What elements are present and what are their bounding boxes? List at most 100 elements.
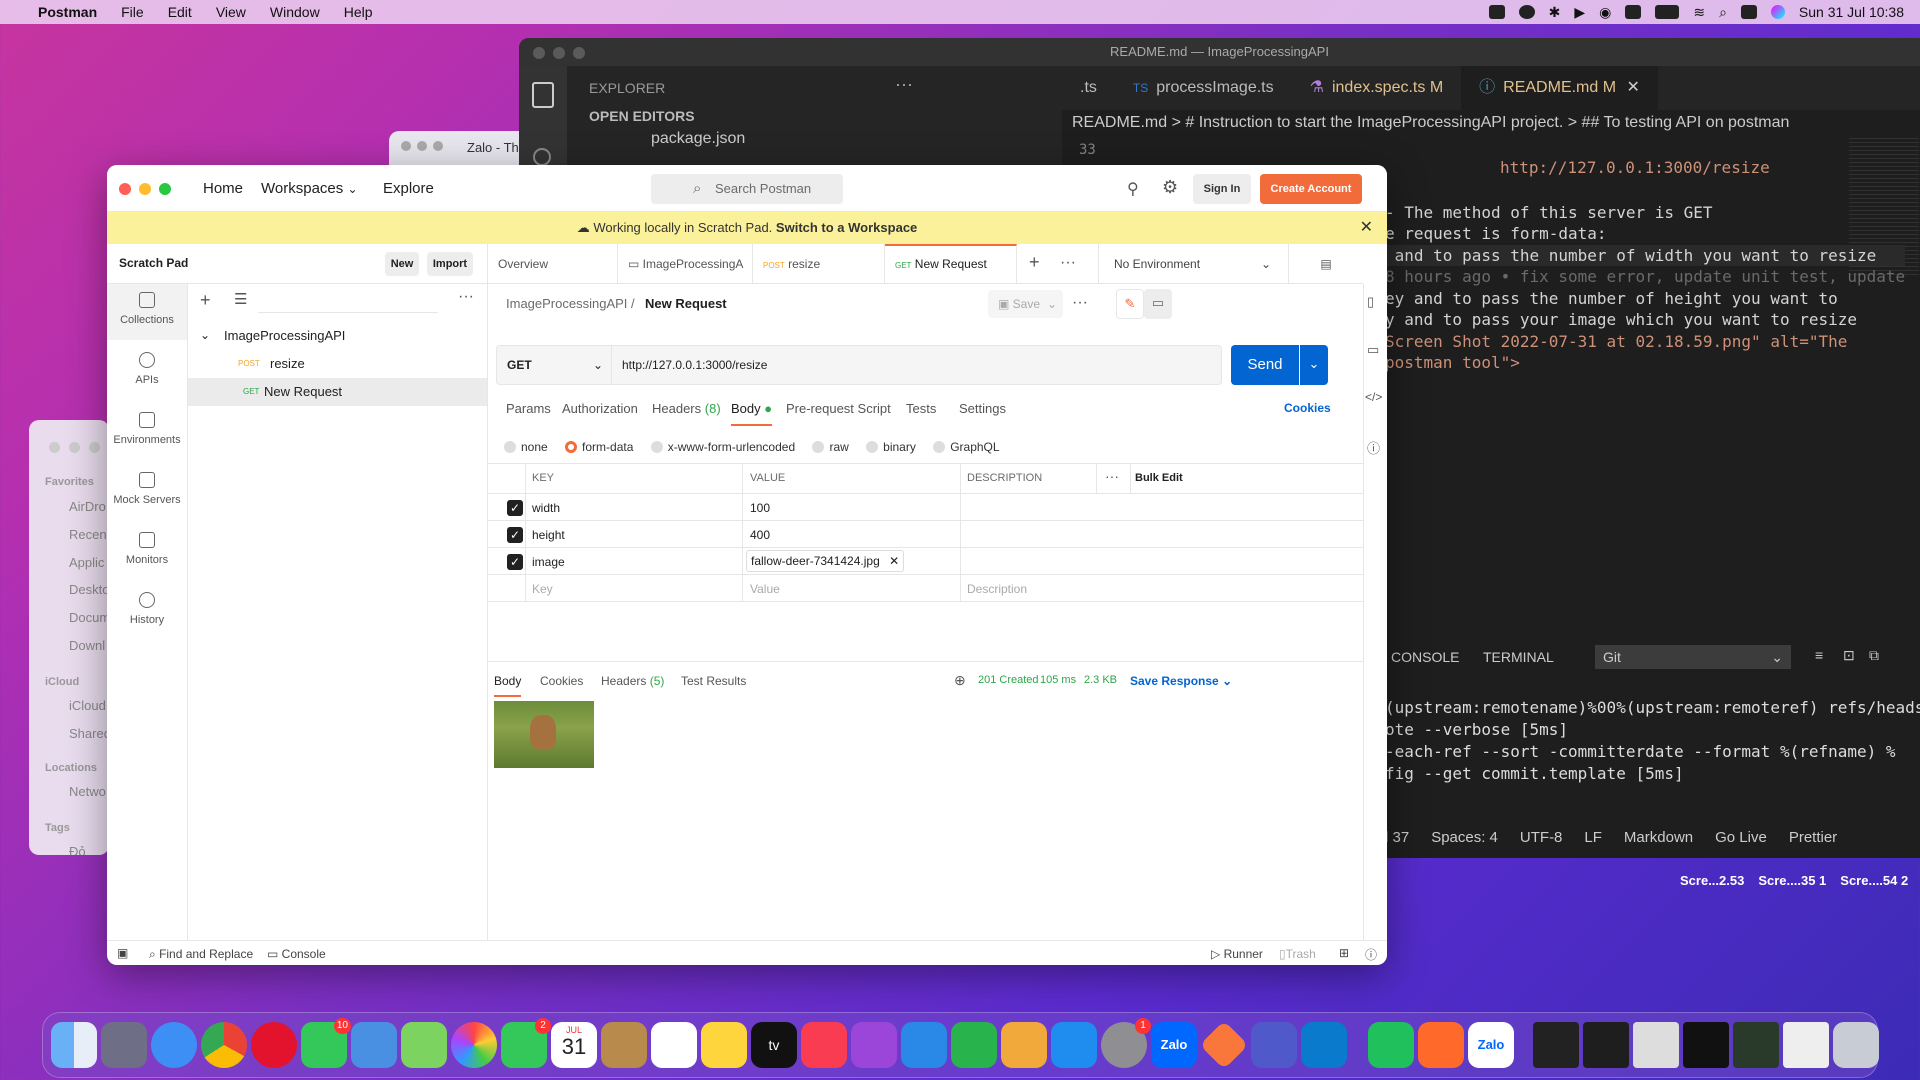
finder-app-icon[interactable] — [51, 1022, 97, 1068]
status-language[interactable]: Markdown — [1624, 829, 1693, 851]
layout-icon[interactable]: ⊞ — [1339, 946, 1349, 960]
new-key-input[interactable]: Key — [532, 582, 553, 596]
photos-app-icon[interactable] — [451, 1022, 497, 1068]
window-thumbnail[interactable] — [1633, 1022, 1679, 1068]
trash-button[interactable]: ▯Trash — [1279, 947, 1316, 961]
control-center-icon[interactable] — [1740, 5, 1757, 19]
close-icon[interactable]: ✕ — [1627, 79, 1640, 96]
close-dot[interactable] — [533, 47, 545, 59]
calendar-app-icon[interactable]: JUL 31 — [551, 1022, 597, 1068]
radio-raw[interactable]: raw — [812, 440, 849, 454]
finder-tag[interactable]: Đỏ — [69, 844, 86, 855]
status-prettier[interactable]: Prettier — [1789, 829, 1837, 851]
play-icon[interactable]: ▶ — [1574, 4, 1585, 21]
more-icon[interactable]: ··· — [895, 74, 913, 95]
finder-item[interactable]: iCloud — [69, 698, 106, 713]
tab-pre-request[interactable]: Pre-request Script — [786, 401, 891, 416]
open-editors[interactable]: OPEN EDITORS — [589, 108, 695, 124]
siri-icon[interactable] — [1770, 5, 1785, 19]
search-icon[interactable]: ⌕ — [1719, 4, 1727, 21]
help-icon[interactable]: ⓘ — [1365, 946, 1377, 963]
method-select[interactable]: GET ⌄ — [496, 345, 612, 385]
line-app-icon[interactable] — [1368, 1022, 1414, 1068]
panel-tab-terminal[interactable]: TERMINAL — [1483, 649, 1554, 665]
nav-history[interactable]: History — [107, 592, 187, 626]
messages-app-icon[interactable]: 10 — [301, 1018, 351, 1068]
git-select[interactable]: Git ⌄ — [1595, 645, 1791, 669]
tab-overview[interactable]: Overview — [488, 244, 618, 284]
code-icon[interactable]: </> — [1365, 390, 1382, 404]
info-icon[interactable]: ⓘ — [1367, 438, 1380, 457]
bulk-edit-button[interactable]: Bulk Edit — [1135, 472, 1183, 484]
menu-help[interactable]: Help — [344, 4, 373, 20]
sidebar-toggle-icon[interactable]: ▣ — [117, 946, 128, 960]
tab-index-spec[interactable]: ⚗ index.spec.ts M — [1292, 66, 1462, 110]
status-spaces[interactable]: Spaces: 4 — [1431, 829, 1498, 851]
satellite-icon[interactable]: ⚲ — [1127, 179, 1139, 199]
status-golive[interactable]: Go Live — [1715, 829, 1767, 851]
launchpad-app-icon[interactable] — [101, 1022, 147, 1068]
breadcrumb-request[interactable]: New Request — [645, 296, 727, 311]
terminal-output[interactable]: (upstream:remotename)%00%(upstream:remot… — [1385, 675, 1920, 807]
sign-in-button[interactable]: Sign In — [1193, 174, 1251, 204]
finder-item[interactable]: Shared — [69, 726, 109, 741]
nav-explore[interactable]: Explore — [383, 180, 434, 197]
desktop-file[interactable]: Scre....35 1 — [1758, 873, 1826, 888]
opera-app-icon[interactable] — [251, 1022, 297, 1068]
collection-item[interactable]: ⌄ ImageProcessingAPI — [188, 322, 487, 350]
window-thumbnail[interactable] — [1733, 1022, 1779, 1068]
collection-search-input[interactable] — [258, 291, 438, 313]
search-input[interactable]: ⌕ Search Postman — [651, 174, 843, 204]
radio-graphql[interactable]: GraphQL — [933, 440, 1000, 454]
tab-tests[interactable]: Tests — [906, 401, 936, 416]
finder-item[interactable]: Netwo — [69, 784, 106, 799]
row-key[interactable]: width — [532, 501, 560, 515]
desktop-file[interactable]: Scre....54 2 — [1840, 873, 1908, 888]
create-account-button[interactable]: Create Account — [1260, 174, 1362, 204]
environment-select[interactable]: No Environment ⌄ — [1098, 244, 1283, 284]
wifi-icon[interactable]: ≋ — [1693, 4, 1705, 21]
row-value[interactable]: 100 — [750, 501, 770, 515]
window-thumbnail[interactable] — [1533, 1022, 1579, 1068]
zalo-app-icon[interactable]: Zalo — [1151, 1022, 1197, 1068]
gear-icon[interactable]: ⚙ — [1162, 177, 1178, 198]
tab-new-request[interactable]: GET New Request — [885, 244, 1017, 284]
zalo-window[interactable]: Zalo - The — [389, 131, 534, 167]
row-checkbox[interactable]: ✓ — [507, 527, 523, 543]
resp-tab-headers[interactable]: Headers (5) — [601, 674, 664, 688]
settings-app-icon[interactable]: 1 — [1101, 1018, 1151, 1068]
tab-settings[interactable]: Settings — [959, 401, 1006, 416]
more-icon[interactable]: ··· — [1072, 294, 1088, 312]
battery-icon[interactable] — [1655, 5, 1680, 19]
environment-quick-look-icon[interactable]: ▤ — [1288, 244, 1363, 284]
file-chip[interactable]: fallow-deer-7341424.jpg ✕ — [746, 550, 905, 572]
row-checkbox[interactable]: ✓ — [507, 554, 523, 570]
podcasts-app-icon[interactable] — [851, 1022, 897, 1068]
status-line[interactable]: l 37 — [1385, 829, 1409, 851]
radio-binary[interactable]: binary — [866, 440, 916, 454]
finder-item[interactable]: Deskto — [69, 582, 109, 597]
radio-none[interactable]: none — [504, 440, 548, 454]
request-item[interactable]: POST resize — [188, 350, 487, 378]
tab-collection[interactable]: ▭ ImageProcessingA — [618, 244, 753, 284]
tab-readme[interactable]: ⓘ README.md M ✕ — [1461, 66, 1658, 110]
tab-ts[interactable]: .ts — [1062, 66, 1115, 110]
save-button[interactable]: ▣ Save ⌄ — [988, 290, 1063, 318]
resp-tab-body[interactable]: Body — [494, 674, 522, 697]
mail-app-icon[interactable] — [351, 1022, 397, 1068]
notes-app-icon[interactable] — [701, 1022, 747, 1068]
comment-icon[interactable]: ▭ — [1144, 289, 1172, 319]
tab-params[interactable]: Params — [506, 401, 551, 416]
zoom-button[interactable] — [159, 183, 171, 195]
minimize-button[interactable] — [139, 183, 151, 195]
sketch-app-icon[interactable] — [1418, 1022, 1464, 1068]
row-key[interactable]: height — [532, 528, 565, 542]
finder-window[interactable]: Favorites AirDro Recen Applic Deskto Doc… — [29, 420, 109, 855]
tab-headers[interactable]: Headers (8) — [652, 401, 721, 416]
postman-app-icon[interactable] — [1199, 1020, 1249, 1070]
nav-apis[interactable]: APIs — [107, 352, 187, 386]
finder-item[interactable]: Recen — [69, 527, 107, 542]
copy-icon[interactable]: ⧉ — [1869, 647, 1879, 664]
tab-body[interactable]: Body ● — [731, 401, 773, 426]
request-item[interactable]: GET New Request — [188, 378, 487, 406]
